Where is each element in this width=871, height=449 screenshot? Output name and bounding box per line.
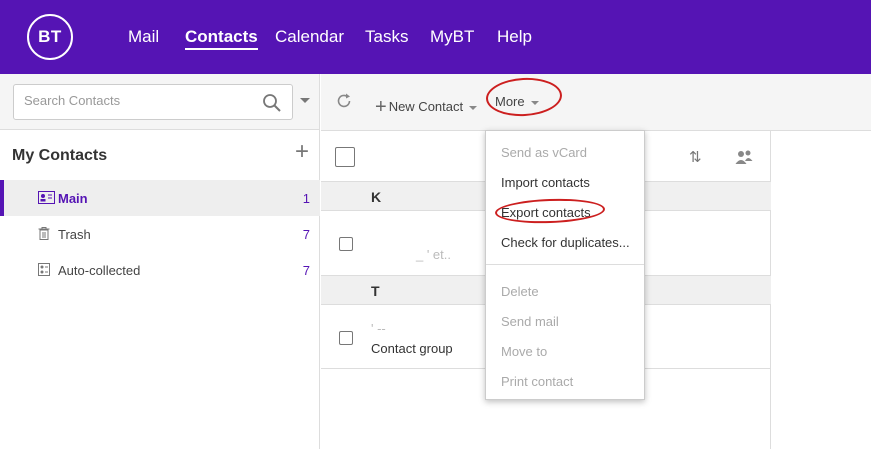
red-annotation-circle-more: [485, 76, 563, 118]
collected-icon: [38, 263, 50, 279]
search-box: [13, 84, 293, 120]
search-input[interactable]: [24, 93, 254, 108]
row-checkbox[interactable]: [339, 237, 353, 251]
nav-tasks[interactable]: Tasks: [365, 27, 408, 47]
contact-email: _ ' et..: [416, 247, 452, 262]
contact-card-icon: [38, 191, 55, 207]
group-letter: K: [371, 189, 382, 205]
nav-contacts[interactable]: Contacts: [185, 27, 258, 50]
bt-logo[interactable]: BT: [27, 14, 73, 60]
chevron-down-icon: [469, 105, 478, 110]
search-options-chevron-icon[interactable]: [300, 98, 310, 103]
menu-divider: [486, 264, 644, 265]
menu-item-delete[interactable]: Delete: [501, 284, 539, 299]
nav-mybt[interactable]: MyBT: [430, 27, 474, 47]
group-letter: T: [371, 283, 380, 299]
sidebar-item-label: Auto-collected: [58, 263, 141, 278]
top-navigation-bar: BT Mail Contacts Calendar Tasks MyBT Hel…: [0, 0, 871, 74]
sidebar-item-main[interactable]: Main 1: [0, 180, 320, 216]
plus-icon: +: [375, 96, 387, 118]
sort-icon[interactable]: ⇅: [689, 148, 702, 166]
row-checkbox[interactable]: [339, 331, 353, 345]
contact-groups-icon[interactable]: [735, 149, 753, 165]
new-contact-label: New Contact: [388, 99, 464, 114]
address-book-sidebar: My Contacts + Main 1 Trash 7 Auto-collec…: [0, 130, 320, 449]
nav-calendar[interactable]: Calendar: [275, 27, 344, 47]
sidebar-item-count: 1: [302, 191, 310, 206]
new-contact-button[interactable]: + New Contact: [375, 94, 478, 118]
search-icon[interactable]: [262, 93, 282, 113]
trash-icon: [38, 227, 50, 243]
menu-item-send-mail[interactable]: Send mail: [501, 314, 559, 329]
add-address-book-plus-icon[interactable]: +: [295, 140, 309, 164]
menu-item-move-to[interactable]: Move to: [501, 344, 547, 359]
contact-type: Contact group: [371, 341, 453, 356]
search-toolbar: [0, 74, 320, 130]
more-dropdown-menu: Send as vCard Import contacts Export con…: [485, 130, 645, 400]
contact-name: ' --: [371, 321, 386, 336]
sidebar-item-trash[interactable]: Trash 7: [0, 216, 320, 252]
menu-item-send-vcard[interactable]: Send as vCard: [501, 145, 587, 160]
sidebar-item-label: Main: [58, 191, 88, 206]
menu-item-print-contact[interactable]: Print contact: [501, 374, 573, 389]
menu-item-check-duplicates[interactable]: Check for duplicates...: [501, 235, 630, 250]
select-all-checkbox[interactable]: [335, 147, 355, 167]
menu-item-import-contacts[interactable]: Import contacts: [501, 175, 590, 190]
sidebar-item-auto-collected[interactable]: Auto-collected 7: [0, 252, 320, 288]
contacts-toolbar: + New Contact More: [321, 74, 871, 131]
nav-mail[interactable]: Mail: [128, 27, 159, 47]
sidebar-item-count: 7: [302, 263, 310, 278]
my-contacts-heading: My Contacts: [12, 147, 108, 164]
contact-detail-pane: [772, 131, 871, 449]
refresh-icon[interactable]: [335, 92, 353, 110]
nav-help[interactable]: Help: [497, 27, 532, 47]
sidebar-item-count: 7: [302, 227, 310, 242]
sidebar-item-label: Trash: [58, 227, 91, 242]
